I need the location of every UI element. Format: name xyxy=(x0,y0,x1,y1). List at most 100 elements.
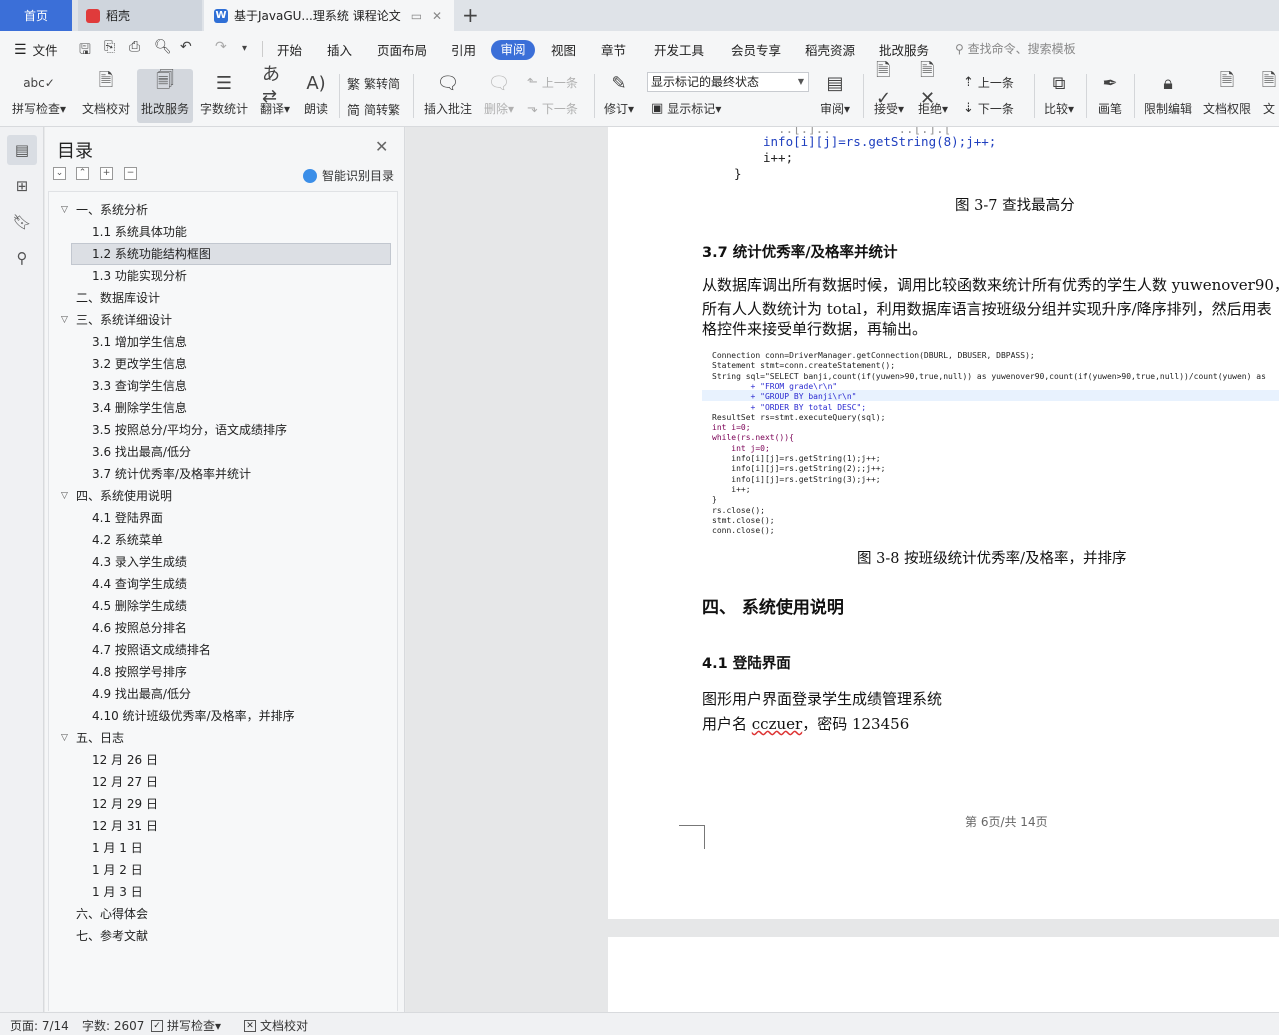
toc-item[interactable]: ▽ 四、系统使用说明 xyxy=(49,485,393,507)
compare-button[interactable]: ⧉ 比较▾ xyxy=(1040,69,1078,123)
smart-toc-button[interactable]: 智能识别目录 xyxy=(303,167,394,184)
add-heading-icon[interactable]: + xyxy=(100,167,113,180)
toc-item[interactable]: 4.4 查询学生成绩 xyxy=(49,573,393,595)
export-pdf-icon[interactable]: ⎘ xyxy=(104,39,115,55)
chevron-down-icon[interactable]: ▽ xyxy=(61,309,68,331)
translate-button[interactable]: あ⇄ 翻译▾ xyxy=(256,64,294,123)
toc-item[interactable]: 3.1 增加学生信息 xyxy=(49,331,393,353)
chevron-down-icon[interactable]: ▽ xyxy=(61,485,68,507)
tab-home[interactable]: 首页 xyxy=(0,0,72,31)
collapse-all-icon[interactable]: ⌃ xyxy=(76,167,89,180)
toc-item[interactable]: ▽ 三、系统详细设计 xyxy=(49,309,393,331)
bookmark-icon[interactable]: 🔖︎ xyxy=(7,207,37,237)
doc-permission-button[interactable]: 🗎 文档权限 xyxy=(1200,69,1254,123)
toc-item[interactable]: 1 月 1 日 xyxy=(49,837,393,859)
chapter-nav-icon[interactable]: ⊞ xyxy=(7,171,37,201)
prev-comment-button[interactable]: ⬑ 上一条 xyxy=(527,74,578,91)
toc-item[interactable]: 3.7 统计优秀率/及格率并统计 xyxy=(49,463,393,485)
page-indicator[interactable]: 页面: 7/14 xyxy=(10,1017,69,1034)
toc-item[interactable]: 1.2 系统功能结构框图 xyxy=(71,243,391,265)
simp-to-trad-button[interactable]: 简 简转繁 xyxy=(347,100,400,119)
expand-all-icon[interactable]: ⌄ xyxy=(53,167,66,180)
toc-item[interactable]: 3.5 按照总分/平均分，语文成绩排序 xyxy=(49,419,393,441)
toc-item[interactable]: ▽ 五、日志 xyxy=(49,727,393,749)
next-change-button[interactable]: ⇣ 下一条 xyxy=(963,100,1014,117)
track-changes-button[interactable]: ✎ 修订▾ xyxy=(600,69,638,123)
redo-icon[interactable]: ↷ xyxy=(215,39,227,55)
toc-item[interactable]: 12 月 29 日 xyxy=(49,793,393,815)
document-page-next[interactable] xyxy=(608,937,1279,1012)
toc-item[interactable]: ▽ 一、系统分析 xyxy=(49,199,393,221)
word-count-button[interactable]: ☰ 字数统计 xyxy=(197,69,251,123)
toc-item[interactable]: 3.4 删除学生信息 xyxy=(49,397,393,419)
toc-item[interactable]: 1 月 3 日 xyxy=(49,881,393,903)
prev-change-button[interactable]: ⇡ 上一条 xyxy=(963,74,1014,91)
toc-item[interactable]: 4.9 找出最高/低分 xyxy=(49,683,393,705)
word-count-indicator[interactable]: 字数: 2607 xyxy=(82,1017,144,1034)
document-page[interactable]: ..[.].. ..[.].[ info[i][j]=rs.getString(… xyxy=(608,127,1279,919)
menu-view[interactable]: 视图 xyxy=(551,40,576,59)
toc-panel-icon[interactable]: ▤ xyxy=(7,135,37,165)
undo-icon[interactable]: ↶ xyxy=(180,39,192,55)
toc-item[interactable]: 二、数据库设计 xyxy=(49,287,393,309)
command-search[interactable]: ⚲ 查找命令、搜索模板 xyxy=(955,40,1076,57)
restrict-edit-button[interactable]: 🔒︎ 限制编辑 xyxy=(1141,69,1195,123)
toc-item[interactable]: 12 月 27 日 xyxy=(49,771,393,793)
trad-to-simp-button[interactable]: 繁 繁转简 xyxy=(347,74,400,93)
tab-close-icon[interactable]: ✕ xyxy=(432,9,442,23)
toc-item[interactable]: 4.10 统计班级优秀率/及格率，并排序 xyxy=(49,705,393,727)
toc-item[interactable]: 12 月 31 日 xyxy=(49,815,393,837)
markup-state-select[interactable]: 显示标记的最终状态 ▼ xyxy=(647,72,809,92)
spell-check-button[interactable]: abc✓ 拼写检查▾ xyxy=(8,69,70,123)
toc-item[interactable]: 3.2 更改学生信息 xyxy=(49,353,393,375)
show-markup-button[interactable]: ▣ 显示标记 ▾ xyxy=(651,100,721,117)
menu-review[interactable]: 审阅 xyxy=(491,40,535,60)
customize-dropdown-icon[interactable]: ▾ xyxy=(242,43,247,54)
menu-section[interactable]: 章节 xyxy=(601,40,626,59)
toc-item[interactable]: 4.2 系统菜单 xyxy=(49,529,393,551)
doc-proofread-button[interactable]: 🗎 文档校对 xyxy=(78,69,134,123)
print-preview-icon[interactable]: 🔍︎ xyxy=(154,39,172,55)
menu-daoke-resources[interactable]: 稻壳资源 xyxy=(805,40,855,59)
menu-developer[interactable]: 开发工具 xyxy=(654,40,704,59)
toc-item[interactable]: 六、心得体会 xyxy=(49,903,393,925)
menu-references[interactable]: 引用 xyxy=(451,40,476,59)
remove-heading-icon[interactable]: − xyxy=(124,167,137,180)
toc-item[interactable]: 4.7 按照语文成绩排名 xyxy=(49,639,393,661)
toc-item[interactable]: 3.3 查询学生信息 xyxy=(49,375,393,397)
menu-start[interactable]: 开始 xyxy=(277,40,302,59)
close-icon[interactable]: ✕ xyxy=(375,137,388,156)
menu-member[interactable]: 会员专享 xyxy=(731,40,781,59)
menu-page-layout[interactable]: 页面布局 xyxy=(377,40,427,59)
review-pane-button[interactable]: ▤ 审阅▾ xyxy=(815,69,855,123)
menu-file[interactable]: ☰ 文件 xyxy=(14,40,58,59)
new-tab-button[interactable]: + xyxy=(462,4,479,26)
spell-check-toggle[interactable]: ✓ 拼写检查 ▾ xyxy=(151,1017,221,1034)
toc-item[interactable]: 4.5 删除学生成绩 xyxy=(49,595,393,617)
reject-button[interactable]: 🗎✕ 拒绝▾ xyxy=(914,60,952,123)
toc-item[interactable]: 3.6 找出最高/低分 xyxy=(49,441,393,463)
toc-item[interactable]: 1 月 2 日 xyxy=(49,859,393,881)
toc-item[interactable]: 七、参考文献 xyxy=(49,925,393,947)
accept-button[interactable]: 🗎✓ 接受▾ xyxy=(870,60,908,123)
delete-comment-button[interactable]: 🗨 删除▾ xyxy=(480,69,518,123)
print-icon[interactable]: ⎙ xyxy=(129,39,140,55)
toc-item[interactable]: 12 月 26 日 xyxy=(49,749,393,771)
toc-item[interactable]: 4.1 登陆界面 xyxy=(49,507,393,529)
toc-item[interactable]: 4.6 按照总分排名 xyxy=(49,617,393,639)
tab-daoke[interactable]: 稻壳 xyxy=(78,0,202,31)
tab-document[interactable]: W 基于JavaGU...理系统 课程论文 ▭ ✕ xyxy=(204,0,454,31)
read-aloud-button[interactable]: A) 朗读 xyxy=(298,69,334,123)
chevron-down-icon[interactable]: ▽ xyxy=(61,199,68,221)
toc-item[interactable]: 4.8 按照学号排序 xyxy=(49,661,393,683)
pen-button[interactable]: ✒ 画笔 xyxy=(1094,69,1126,123)
toc-item[interactable]: 1.1 系统具体功能 xyxy=(49,221,393,243)
tab-restore-icon[interactable]: ▭ xyxy=(411,9,422,23)
proofread-toggle[interactable]: ✕ 文档校对 xyxy=(244,1017,308,1034)
find-icon[interactable]: ⚲ xyxy=(7,243,37,273)
menu-grading-service[interactable]: 批改服务 xyxy=(879,40,929,59)
chevron-down-icon[interactable]: ▽ xyxy=(61,727,68,749)
grading-service-button[interactable]: 🗐 批改服务 xyxy=(137,69,193,123)
insert-comment-button[interactable]: 🗨 插入批注 xyxy=(420,69,476,123)
toc-item[interactable]: 1.3 功能实现分析 xyxy=(49,265,393,287)
